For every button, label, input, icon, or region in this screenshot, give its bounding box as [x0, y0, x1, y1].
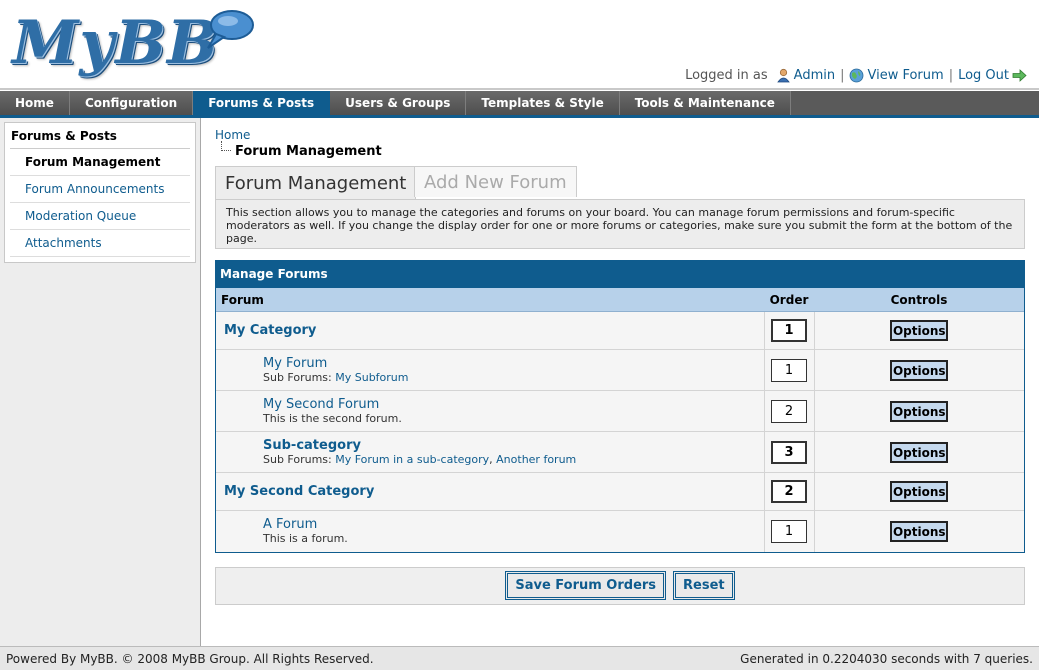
- menu-templates-style[interactable]: Templates & Style: [466, 91, 620, 115]
- tab-forum-management[interactable]: Forum Management: [215, 166, 417, 199]
- subforum-link[interactable]: Another forum: [496, 453, 576, 466]
- footer-copyright: Powered By MyBB. © 2008 MyBB Group. All …: [6, 652, 374, 666]
- sidebar-nav-box: Forums & Posts Forum Management Forum An…: [4, 122, 196, 263]
- menu-users-groups[interactable]: Users & Groups: [330, 91, 467, 115]
- globe-icon: [850, 68, 864, 83]
- subforums-label: Sub Forums:: [263, 452, 332, 466]
- options-button[interactable]: Options: [890, 520, 949, 542]
- breadcrumb-current-label: Forum Management: [235, 144, 382, 159]
- subforums-line: Sub Forums: My Subforum: [263, 371, 763, 384]
- menu-home[interactable]: Home: [0, 91, 70, 115]
- column-header-forum: Forum: [216, 287, 764, 312]
- arrow-right-icon: [1012, 69, 1027, 82]
- menu-tools-maintenance[interactable]: Tools & Maintenance: [619, 91, 791, 115]
- table-title: Manage Forums: [216, 261, 1024, 287]
- footer: Powered By MyBB. © 2008 MyBB Group. All …: [0, 646, 1039, 670]
- table-row: My Forum Sub Forums: My Subforum Options: [216, 349, 1024, 391]
- forum-description: This is a forum.: [263, 531, 348, 545]
- forum-description: This is the second forum.: [263, 411, 402, 425]
- section-description: This section allows you to manage the ca…: [215, 199, 1025, 249]
- column-header-order: Order: [764, 287, 814, 312]
- order-input[interactable]: [771, 480, 807, 503]
- order-input[interactable]: [771, 399, 807, 423]
- order-input[interactable]: [771, 519, 807, 543]
- separator: |: [948, 68, 954, 83]
- subforum-link[interactable]: My Subforum: [335, 371, 408, 384]
- user-bar: Logged in as Admin | View Forum | Log Ou…: [685, 68, 1027, 83]
- options-button[interactable]: Options: [890, 441, 949, 463]
- subforum-link[interactable]: My Forum in a sub-category: [335, 453, 489, 466]
- admin-user-link[interactable]: Admin: [794, 68, 835, 83]
- subcategory-link[interactable]: Sub-category: [263, 438, 763, 453]
- form-buttons-bar: Save Forum Orders Reset: [215, 566, 1025, 605]
- main-content: Home Forum Management Forum Management A…: [215, 128, 1025, 605]
- sidebar-item-forum-announcements[interactable]: Forum Announcements: [10, 176, 190, 203]
- sidebar-title: Forums & Posts: [10, 126, 190, 149]
- logout-link[interactable]: Log Out: [958, 68, 1009, 83]
- mybb-logo[interactable]: MyBB: [10, 6, 254, 82]
- user-icon: [776, 68, 790, 83]
- breadcrumb-branch-icon: [221, 141, 231, 151]
- table-row: A Forum This is a forum. Options: [216, 510, 1024, 552]
- order-input[interactable]: [771, 358, 807, 382]
- subforums-line: Sub Forums: My Forum in a sub-category, …: [263, 453, 763, 466]
- table-row: My Category Options: [216, 311, 1024, 350]
- manage-forums-table: Manage Forums Forum Order Controls My Ca…: [215, 260, 1025, 553]
- main-menu: Home Configuration Forums & Posts Users …: [0, 91, 1039, 118]
- tab-bar: Forum Management Add New Forum: [215, 166, 1025, 199]
- table-row: Sub-category Sub Forums: My Forum in a s…: [216, 431, 1024, 473]
- menu-configuration[interactable]: Configuration: [69, 91, 194, 115]
- options-button[interactable]: Options: [890, 320, 949, 341]
- header: MyBB Logged in as Admin | View Forum | L…: [0, 0, 1039, 90]
- options-button[interactable]: Options: [890, 400, 949, 422]
- options-button[interactable]: Options: [890, 359, 949, 381]
- view-forum-link[interactable]: View Forum: [867, 68, 943, 83]
- sidebar-item-attachments[interactable]: Attachments: [10, 230, 190, 257]
- logged-in-label: Logged in as: [685, 68, 768, 83]
- sidebar: Forums & Posts Forum Management Forum An…: [0, 118, 201, 646]
- speech-bubble-icon: [207, 10, 254, 49]
- column-header-controls: Controls: [814, 287, 1024, 312]
- menu-forums-posts[interactable]: Forums & Posts: [193, 91, 331, 115]
- header-divider: [0, 88, 1039, 90]
- save-forum-orders-button[interactable]: Save Forum Orders: [505, 571, 667, 600]
- logo-text: MyBB: [12, 8, 219, 78]
- breadcrumb-home[interactable]: Home: [215, 128, 1025, 144]
- order-input[interactable]: [771, 440, 807, 464]
- breadcrumb-current: Forum Management: [215, 141, 1025, 162]
- separator: |: [840, 68, 845, 83]
- forum-link[interactable]: My Forum: [263, 356, 763, 371]
- order-input[interactable]: [771, 319, 807, 342]
- table-row: My Second Category Options: [216, 472, 1024, 511]
- reset-button[interactable]: Reset: [673, 571, 735, 600]
- category-link[interactable]: My Category: [217, 323, 316, 338]
- subforums-label: Sub Forums:: [263, 370, 332, 384]
- sidebar-item-moderation-queue[interactable]: Moderation Queue: [10, 203, 190, 230]
- sidebar-item-forum-management[interactable]: Forum Management: [10, 149, 190, 176]
- category-link[interactable]: My Second Category: [217, 484, 374, 499]
- tab-add-new-forum[interactable]: Add New Forum: [414, 166, 577, 197]
- forum-link[interactable]: My Second Forum: [263, 397, 763, 412]
- footer-generation-info: Generated in 0.2204030 seconds with 7 qu…: [740, 652, 1033, 666]
- forum-link[interactable]: A Forum: [263, 517, 763, 532]
- options-button[interactable]: Options: [890, 481, 949, 502]
- table-row: My Second Forum This is the second forum…: [216, 390, 1024, 432]
